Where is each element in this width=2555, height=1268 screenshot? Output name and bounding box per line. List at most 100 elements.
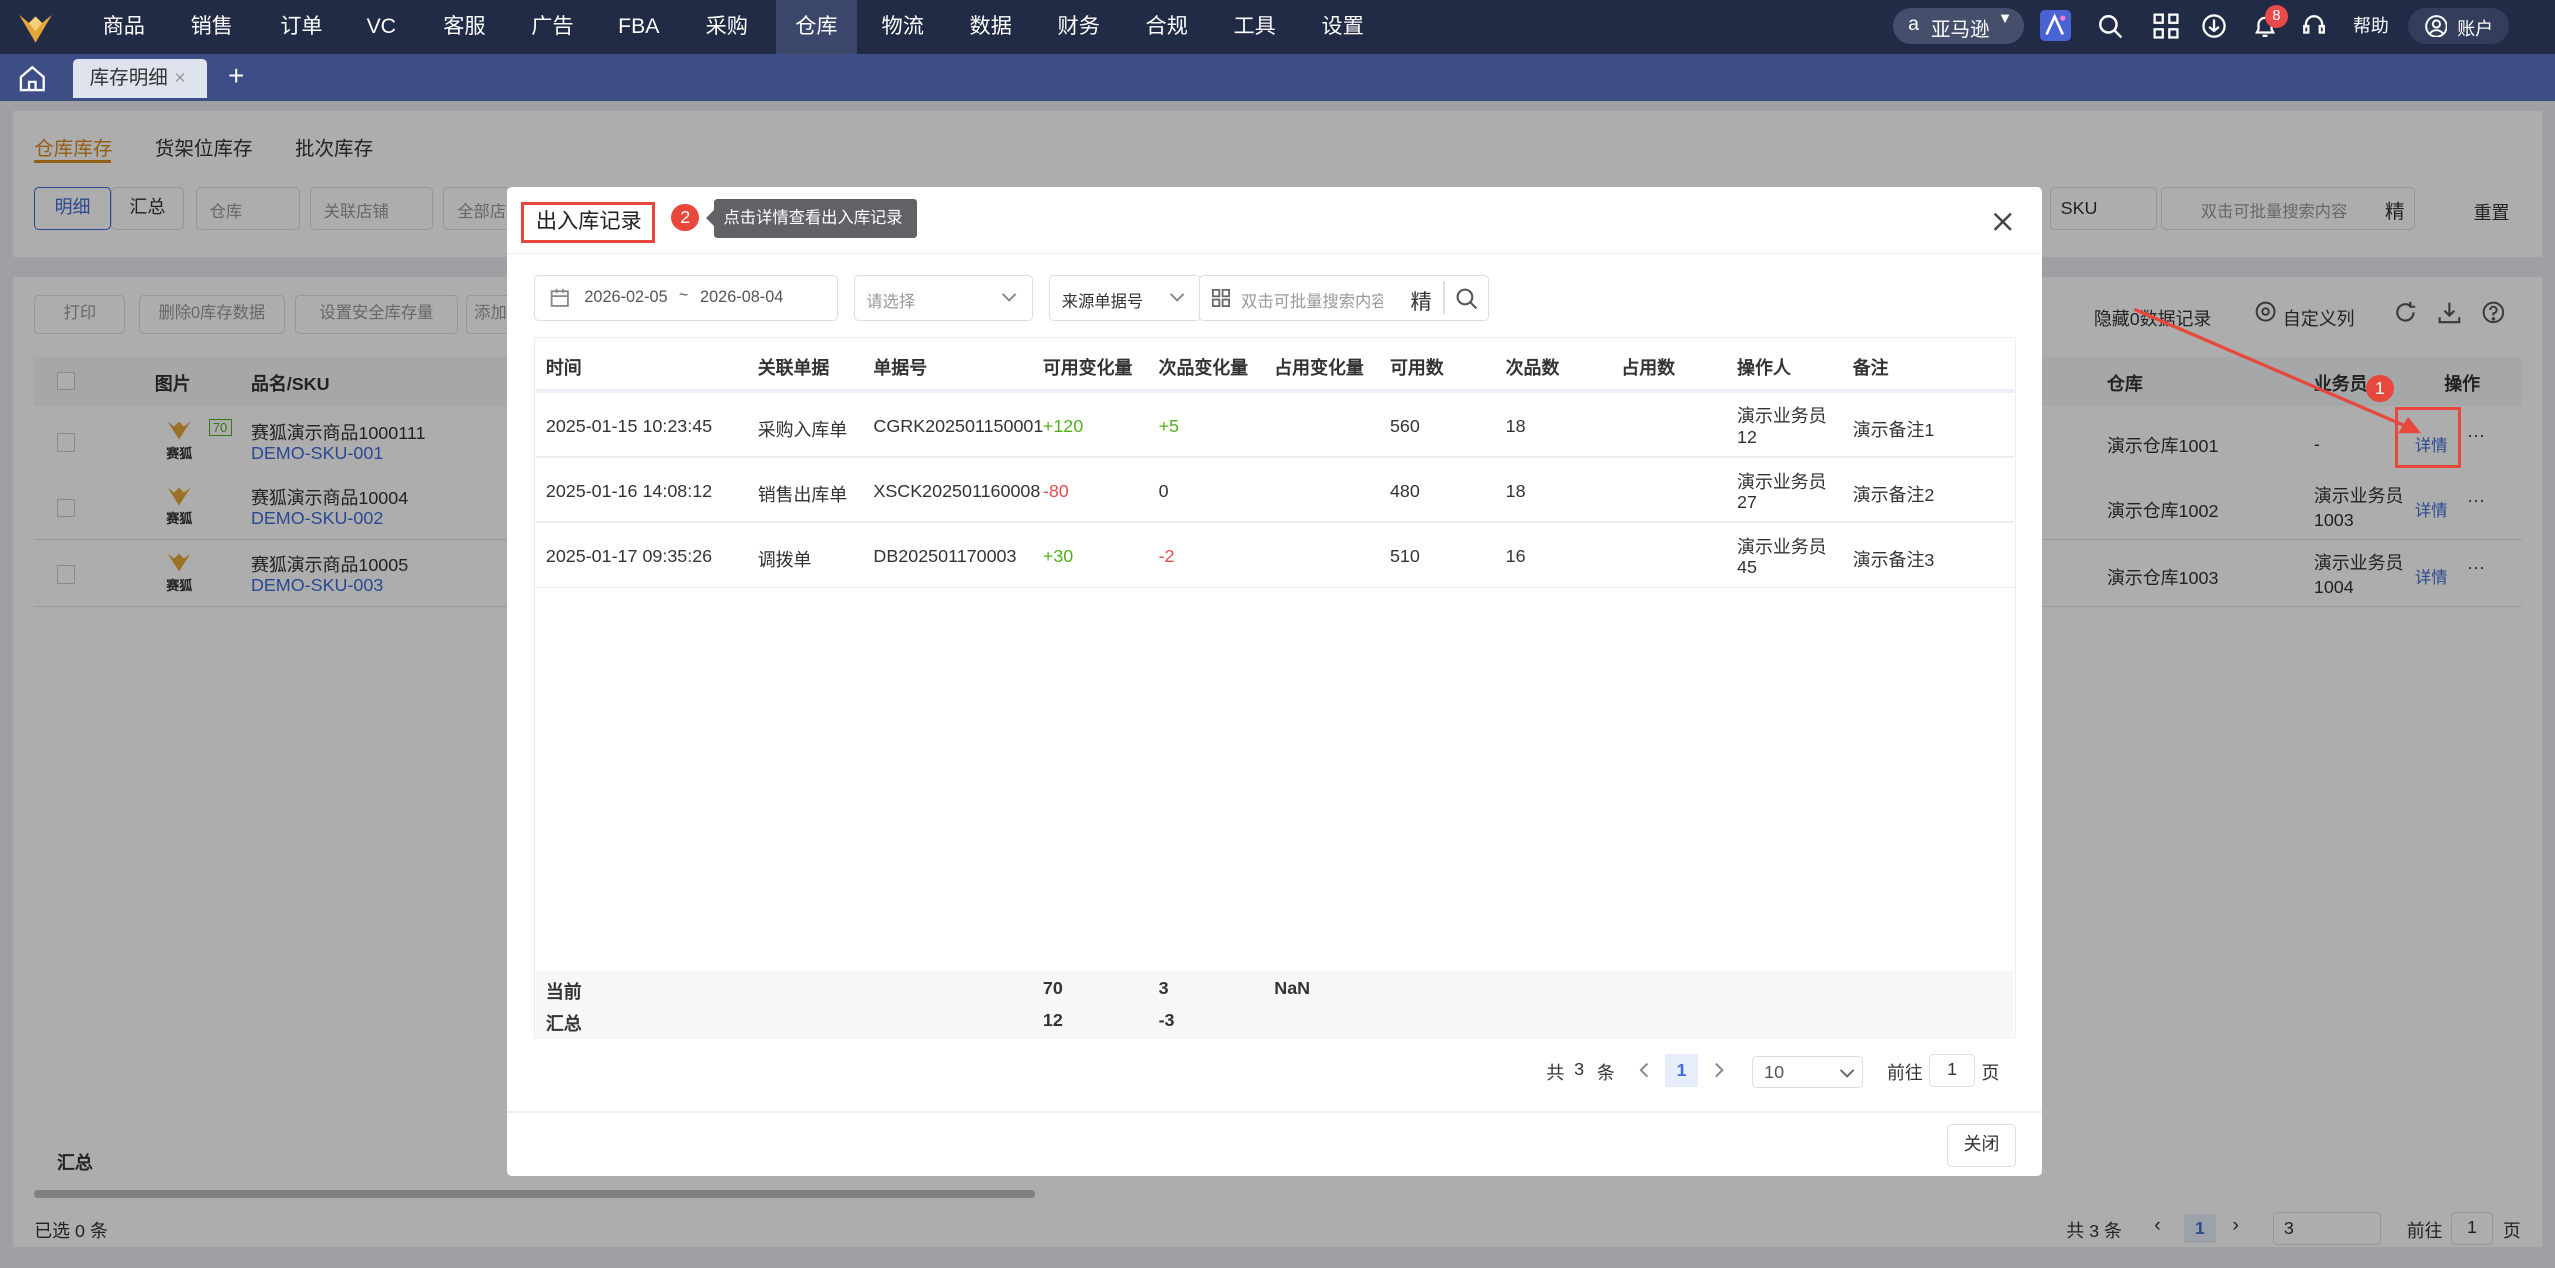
cell-time: 2025-01-15 10:23:45	[545, 415, 713, 436]
dialog-close-icon[interactable]	[1993, 212, 2013, 232]
marketplace-select[interactable]: a 亚马逊 ▼	[1893, 8, 2024, 44]
prev-page-icon[interactable]	[1636, 1062, 1652, 1078]
nav-item-6[interactable]: FBA	[601, 0, 676, 54]
cell-avail_change: +30	[1042, 545, 1074, 566]
cell-operator-id: 12	[1737, 426, 1757, 447]
chevron-down-icon	[1169, 289, 1185, 305]
cell-doc: CGRK202501150001	[873, 415, 1044, 436]
search-icon[interactable]	[1456, 288, 1478, 309]
nav-item-13[interactable]: 工具	[1216, 0, 1294, 54]
cell-doc: XSCK202501160008	[873, 480, 1041, 501]
col-10: 备注	[1852, 357, 1889, 378]
current-label: 当前	[545, 981, 582, 1002]
source-doc-select[interactable]: 来源单据号	[1049, 275, 1201, 321]
nav-item-9[interactable]: 物流	[864, 0, 942, 54]
search-icon[interactable]	[2097, 13, 2123, 39]
next-page-icon[interactable]	[1711, 1062, 1727, 1078]
annotation-tooltip: 点击详情查看出入库记录	[705, 198, 918, 238]
doc-search-input[interactable]: 双击可批量搜索内容 精	[1199, 275, 1490, 321]
date-start: 2026-02-05	[584, 287, 668, 306]
source-doc-label: 来源单据号	[1061, 292, 1144, 311]
cell-type: 销售出库单	[757, 484, 848, 505]
cell-operator: 演示业务员	[1737, 536, 1827, 557]
goto-page-input[interactable]: 1	[1929, 1054, 1975, 1087]
search-divider	[1443, 281, 1445, 314]
user-avatar-icon	[2424, 14, 2448, 38]
nav-item-5[interactable]: 广告	[515, 0, 590, 54]
nav-item-11[interactable]: 财务	[1040, 0, 1118, 54]
help-link[interactable]: 帮助	[2353, 0, 2389, 54]
account-menu[interactable]: 账户	[2408, 8, 2510, 44]
tab-label: 库存明细	[89, 66, 168, 89]
nav-item-7[interactable]: 采购	[688, 0, 766, 54]
col-6: 可用数	[1389, 357, 1444, 378]
cell-avail: 560	[1389, 415, 1420, 436]
marketplace-label: 亚马逊	[1930, 19, 1990, 42]
cell-defect: 18	[1505, 480, 1526, 501]
cell-defect_change: 0	[1158, 480, 1169, 501]
nav-item-10[interactable]: 数据	[952, 0, 1030, 54]
tab-close-icon[interactable]: ×	[174, 59, 185, 98]
close-button[interactable]: 关闭	[1947, 1124, 2016, 1167]
add-tab-icon[interactable]: +	[228, 60, 244, 92]
cell-operator-id: 45	[1737, 557, 1757, 578]
annotation-arrow	[2134, 308, 2422, 434]
col-8: 占用数	[1621, 357, 1676, 378]
date-range-picker[interactable]: 2026-02-05 ~ 2026-08-04	[534, 275, 838, 321]
total-label: 汇总	[545, 1014, 582, 1035]
type-select[interactable]: 请选择	[853, 275, 1034, 321]
col-9: 操作人	[1737, 357, 1791, 378]
nav-item-2[interactable]: 订单	[262, 0, 340, 54]
cell-type: 采购入库单	[757, 419, 848, 440]
col-3: 可用变化量	[1042, 357, 1133, 378]
cell-time: 2025-01-17 09:35:26	[545, 545, 713, 566]
precise-search-toggle[interactable]: 精	[1411, 285, 1432, 316]
total-defect-change: -3	[1158, 1010, 1175, 1031]
chevron-down-icon	[1001, 289, 1017, 305]
cell-doc: DB202501170003	[873, 545, 1017, 566]
date-separator: ~	[678, 286, 689, 305]
home-icon[interactable]	[16, 64, 49, 93]
goto-label: 前往	[1886, 1063, 1923, 1084]
nav-item-0[interactable]: 商品	[85, 0, 163, 54]
notification-badge: 8	[2265, 4, 2288, 28]
ai-assistant-icon[interactable]	[2040, 9, 2072, 41]
page-size-value: 10	[1764, 1061, 1785, 1082]
cell-avail: 480	[1389, 480, 1420, 501]
nav-item-1[interactable]: 销售	[173, 0, 251, 54]
nav-item-12[interactable]: 合规	[1128, 0, 1206, 54]
col-5: 占用变化量	[1274, 357, 1364, 378]
cell-operator: 演示业务员	[1737, 471, 1827, 492]
calendar-icon	[550, 288, 570, 308]
apps-grid-icon[interactable]	[2153, 13, 2179, 39]
page-size-select[interactable]: 10	[1751, 1055, 1863, 1089]
pagination-total-suffix: 条	[1596, 1063, 1615, 1084]
download-icon[interactable]	[2201, 13, 2227, 39]
nav-item-4[interactable]: 客服	[427, 0, 502, 54]
current-defect-change: 3	[1158, 977, 1169, 998]
cell-remark: 演示备注2	[1852, 484, 1935, 505]
account-label: 账户	[2457, 18, 2494, 39]
row-divider	[536, 521, 2015, 524]
app-logo-icon[interactable]	[16, 10, 55, 46]
nav-item-3[interactable]: VC	[350, 0, 412, 54]
amazon-icon: a	[1908, 13, 1919, 36]
header-divider	[536, 389, 2015, 393]
cell-avail: 510	[1389, 545, 1420, 566]
col-4: 次品变化量	[1158, 357, 1249, 378]
cell-time: 2025-01-16 14:08:12	[545, 480, 713, 501]
doc-search-placeholder: 双击可批量搜索内容	[1241, 292, 1383, 311]
tab-bar	[0, 53, 2555, 102]
cell-remark: 演示备注3	[1852, 549, 1935, 570]
current-avail-change: 70	[1042, 977, 1063, 998]
nav-item-14[interactable]: 设置	[1304, 0, 1382, 54]
headset-icon[interactable]	[2301, 13, 2327, 39]
stock-record-table	[534, 337, 2016, 1038]
tab-inventory-detail[interactable]: 库存明细 ×	[73, 58, 207, 98]
cell-operator: 演示业务员	[1737, 406, 1827, 427]
batch-grid-icon[interactable]	[1211, 289, 1230, 308]
pagination-total: 3	[1574, 1059, 1585, 1080]
pagination-total-prefix: 共	[1546, 1063, 1565, 1084]
nav-item-8[interactable]: 仓库	[775, 0, 858, 54]
current-page[interactable]: 1	[1665, 1054, 1698, 1087]
